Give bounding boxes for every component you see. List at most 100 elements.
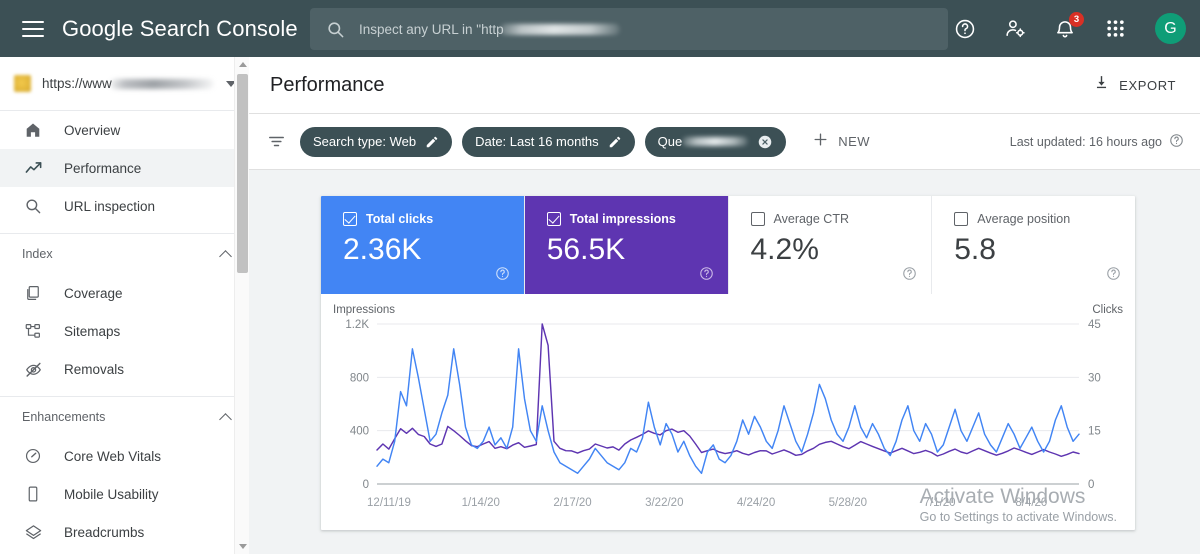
- metric-cards: Total clicks 2.36K Total impressions 56.…: [321, 196, 1135, 294]
- metric-label: Average CTR: [773, 212, 850, 226]
- metric-label: Total clicks: [366, 212, 434, 226]
- sidebar-item-sitemaps[interactable]: Sitemaps: [0, 312, 248, 350]
- performance-chart: Impressions Clicks 0 0 400 15 800 30 1.2K 45 12/…: [321, 294, 1135, 530]
- svg-text:5/28/20: 5/28/20: [829, 497, 867, 509]
- sidebar-item-mobile-usability[interactable]: Mobile Usability: [0, 475, 248, 513]
- export-label: EXPORT: [1119, 77, 1176, 93]
- svg-text:2/17/20: 2/17/20: [553, 497, 591, 509]
- metric-value: 5.8: [954, 233, 996, 266]
- export-button[interactable]: EXPORT: [1083, 68, 1190, 102]
- metric-checkbox[interactable]: [750, 212, 765, 226]
- filter-chip-query[interactable]: Que: [644, 126, 787, 157]
- property-selector[interactable]: https://www: [0, 57, 248, 111]
- metric-value: 4.2%: [750, 233, 819, 266]
- site-favicon: [14, 75, 31, 92]
- svg-text:45: 45: [1088, 319, 1101, 331]
- scroll-up-arrow[interactable]: [235, 57, 250, 72]
- y-axis-right-title: Clicks: [1092, 304, 1123, 316]
- metric-checkbox[interactable]: [546, 212, 561, 226]
- search-console-app: Google Search Console Inspect any URL in…: [0, 0, 1200, 554]
- chevron-up-icon[interactable]: [219, 249, 232, 263]
- last-updated-info: Last updated: 16 hours ago: [1010, 133, 1184, 151]
- chart-svg: 0 0 400 15 800 30 1.2K 45 12/11/19 1/14/20 2/17/20…: [345, 319, 1101, 509]
- metric-label: Average position: [977, 212, 1071, 226]
- search-icon: [22, 197, 44, 215]
- chevron-up-icon[interactable]: [219, 412, 232, 426]
- redacted-property-blur: [109, 78, 214, 89]
- sidebar-item-overview[interactable]: Overview: [0, 111, 248, 149]
- metric-card-total-clicks[interactable]: Total clicks 2.36K: [321, 196, 525, 294]
- sidebar-nav: Overview Performance URL inspection Inde…: [0, 111, 248, 554]
- url-inspection-search-input[interactable]: Inspect any URL in "http: [310, 8, 948, 50]
- sidebar-item-removals[interactable]: Removals: [0, 350, 248, 388]
- y-axis-left-title: Impressions: [333, 304, 395, 316]
- user-avatar[interactable]: G: [1155, 13, 1186, 44]
- notifications-bell-icon[interactable]: 3: [1053, 11, 1084, 41]
- pencil-icon[interactable]: [425, 135, 439, 149]
- home-icon: [22, 121, 44, 139]
- page-title: Performance: [270, 73, 385, 96]
- metric-checkbox[interactable]: [343, 212, 357, 226]
- svg-text:8/4/20: 8/4/20: [1015, 497, 1047, 509]
- person-gear-icon[interactable]: [1003, 17, 1027, 41]
- sidebar: https://www Overview Performance URL ins…: [0, 57, 249, 554]
- help-circle-icon[interactable]: [699, 266, 714, 286]
- layers-icon: [22, 523, 44, 542]
- sidebar-group-index[interactable]: Index: [0, 234, 248, 274]
- svg-text:7/1/20: 7/1/20: [924, 497, 956, 509]
- new-filter-button[interactable]: NEW: [804, 127, 878, 157]
- close-circle-icon[interactable]: [757, 134, 773, 150]
- help-circle-icon[interactable]: [1169, 133, 1184, 151]
- sidebar-scrollbar[interactable]: [234, 57, 249, 554]
- hamburger-menu-icon[interactable]: [22, 20, 44, 37]
- pages-icon: [22, 284, 44, 302]
- sidebar-item-breadcrumbs[interactable]: Breadcrumbs: [0, 513, 248, 551]
- eye-off-icon: [22, 360, 44, 379]
- svg-text:12/11/19: 12/11/19: [367, 497, 411, 509]
- notification-count-badge: 3: [1069, 11, 1084, 27]
- filter-icon[interactable]: [267, 132, 286, 151]
- new-filter-label: NEW: [838, 134, 871, 149]
- performance-card: Total clicks 2.36K Total impressions 56.…: [321, 196, 1135, 530]
- metric-label: Total impressions: [569, 212, 676, 226]
- help-circle-icon[interactable]: [953, 17, 977, 41]
- svg-text:30: 30: [1088, 372, 1101, 384]
- filter-chip-search-type[interactable]: Search type: Web: [300, 126, 453, 157]
- scroll-down-arrow[interactable]: [235, 539, 250, 554]
- sidebar-item-coverage[interactable]: Coverage: [0, 274, 248, 312]
- app-brand-title: Google Search Console: [62, 15, 298, 41]
- metric-card-total-impressions[interactable]: Total impressions 56.5K: [524, 196, 729, 294]
- svg-text:0: 0: [363, 479, 369, 491]
- help-circle-icon[interactable]: [1106, 266, 1121, 286]
- pencil-icon[interactable]: [608, 135, 622, 149]
- svg-text:3/22/20: 3/22/20: [645, 497, 683, 509]
- filter-bar: Search type: Web Date: Last 16 months Qu…: [249, 114, 1200, 170]
- search-icon: [326, 20, 345, 39]
- sidebar-item-url-inspection[interactable]: URL inspection: [0, 187, 248, 225]
- sitemap-icon: [22, 322, 44, 340]
- filter-chip-date[interactable]: Date: Last 16 months: [462, 126, 635, 157]
- help-circle-icon[interactable]: [902, 266, 917, 286]
- top-app-bar: Google Search Console Inspect any URL in…: [0, 0, 1200, 57]
- plus-icon: [812, 131, 829, 153]
- scrollbar-thumb[interactable]: [237, 74, 248, 273]
- chip-label: Que: [657, 134, 683, 149]
- sidebar-item-performance[interactable]: Performance: [0, 149, 248, 187]
- sidebar-group-enhancements[interactable]: Enhancements: [0, 397, 248, 437]
- download-icon: [1093, 74, 1110, 96]
- sidebar-item-core-web-vitals[interactable]: Core Web Vitals: [0, 437, 248, 475]
- apps-grid-icon[interactable]: [1103, 17, 1127, 41]
- last-updated-label: Last updated: 16 hours ago: [1009, 134, 1162, 149]
- chip-label: Date: Last 16 months: [475, 134, 599, 149]
- page-header: Performance EXPORT: [249, 57, 1200, 114]
- mobile-icon: [22, 485, 44, 503]
- metric-card-average-position[interactable]: Average position 5.8: [932, 196, 1135, 294]
- metric-checkbox[interactable]: [954, 212, 969, 226]
- chip-label: Search type: Web: [313, 134, 417, 149]
- help-circle-icon[interactable]: [495, 266, 510, 286]
- svg-text:1.2K: 1.2K: [345, 319, 369, 331]
- metric-value: 56.5K: [546, 233, 626, 266]
- redacted-url-blur: [499, 24, 620, 36]
- metric-card-average-ctr[interactable]: Average CTR 4.2%: [729, 196, 933, 294]
- redacted-query-blur: [682, 137, 749, 146]
